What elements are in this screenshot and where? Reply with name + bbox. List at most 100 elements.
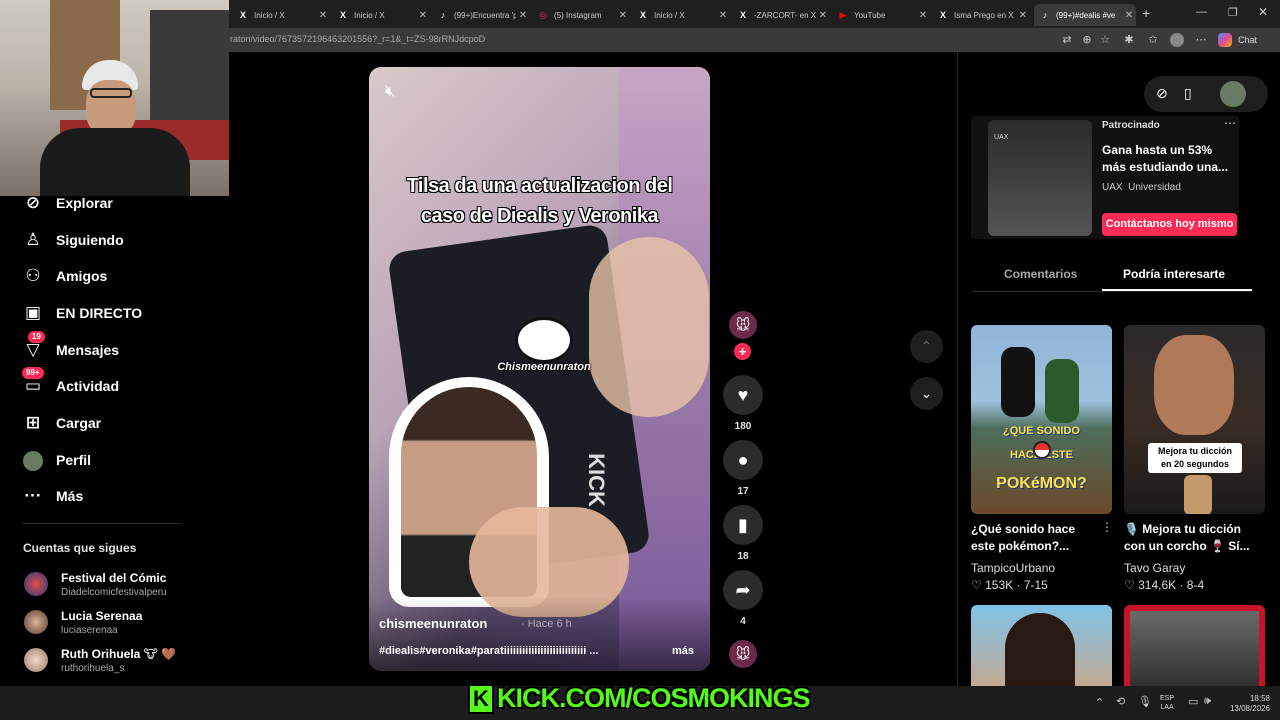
sidebar-item-en-directo[interactable]: ▣ EN DIRECTO bbox=[22, 301, 142, 325]
related-video-thumbnail[interactable] bbox=[1124, 605, 1265, 695]
chevron-up-icon[interactable]: ⌃ bbox=[1095, 696, 1104, 709]
video-time: · Hace 6 h bbox=[521, 618, 572, 630]
video-player[interactable]: KICK Chismeenunraton 🔇︎ Tilsa da una act… bbox=[369, 67, 710, 671]
sidebar-item-actividad[interactable]: ▭ 99+ Actividad bbox=[22, 367, 119, 398]
following-item[interactable]: Ruth Orihuela 🐮 🤎 ruthorihuela_s bbox=[24, 645, 176, 675]
sidebar-item-mensajes[interactable]: ▽ 19 Mensajes bbox=[22, 331, 119, 362]
chat-button[interactable]: Chat bbox=[1238, 35, 1257, 45]
compass-icon[interactable]: ⊘ bbox=[1156, 85, 1168, 102]
display-icon[interactable]: ▭ bbox=[1188, 695, 1198, 708]
close-icon[interactable]: ✕ bbox=[816, 10, 830, 21]
activity-badge: 99+ bbox=[22, 367, 44, 379]
profile-avatar[interactable] bbox=[1170, 33, 1184, 47]
avatar[interactable] bbox=[1220, 81, 1246, 107]
clock[interactable]: 18:58 13/08/2026 bbox=[1224, 694, 1270, 714]
right-panel: ⊘ ▯ UAX Patrocinado ⋯ Gana hasta un 53% … bbox=[957, 52, 1280, 695]
related-video-thumbnail[interactable] bbox=[971, 605, 1112, 695]
previous-video-button[interactable]: ⌃ bbox=[910, 330, 943, 363]
activity-icon: ▭ 99+ bbox=[22, 367, 44, 397]
message-icon: ▽ 19 bbox=[22, 331, 45, 361]
follow-plus-button[interactable]: + bbox=[734, 343, 751, 360]
related-video-title[interactable]: 🎙️ Mejora tu dicción con un corcho 🍷 Sí.… bbox=[1124, 521, 1252, 555]
network-icon[interactable]: ⟲ bbox=[1116, 695, 1125, 708]
extension-icon[interactable]: ✱ bbox=[1122, 33, 1136, 47]
browser-tab[interactable]: X Inicio / X ✕ bbox=[632, 4, 730, 26]
ad-title[interactable]: Gana hasta un 53% más estudiando una... bbox=[1102, 142, 1234, 176]
device-icon[interactable]: ▯ bbox=[1184, 85, 1192, 102]
related-video-author[interactable]: Tavo Garay bbox=[1124, 561, 1185, 575]
sidebar-item-amigos[interactable]: ⚇ Amigos bbox=[22, 264, 107, 288]
tiktok-icon: ♪ bbox=[1042, 10, 1048, 20]
browser-tab[interactable]: X -ZARCORT- en X ✕ bbox=[732, 4, 830, 26]
close-icon[interactable]: ✕ bbox=[616, 10, 630, 21]
new-tab-button[interactable]: + bbox=[1142, 5, 1150, 21]
browser-tab[interactable]: X Inicio / X ✕ bbox=[232, 4, 330, 26]
share-icon: ➦ bbox=[735, 580, 751, 600]
minimize-button[interactable]: — bbox=[1196, 6, 1207, 18]
kick-logo-icon: K bbox=[468, 684, 494, 714]
share-button[interactable]: ➦ bbox=[723, 570, 763, 610]
browser-tab[interactable]: ♪ (99+)Encuentra 'p ✕ bbox=[432, 4, 530, 26]
close-icon[interactable]: ✕ bbox=[716, 10, 730, 21]
url-field[interactable]: raton/video/7673572196463201556?_r=1&_t=… bbox=[230, 34, 485, 44]
microphone-icon[interactable]: 🎙︎ bbox=[1138, 695, 1152, 708]
sidebar-item-cargar[interactable]: ⊞ Cargar bbox=[22, 411, 101, 435]
x-logo-icon: X bbox=[739, 10, 746, 20]
creator-avatar[interactable]: 🐭 bbox=[729, 311, 757, 339]
browser-tab[interactable]: X Isma Prego en X ✕ bbox=[932, 4, 1030, 26]
zoom-icon[interactable]: ⊕ bbox=[1080, 33, 1094, 47]
close-icon[interactable]: ✕ bbox=[316, 10, 330, 21]
tab-divider bbox=[971, 291, 1251, 292]
more-icon[interactable]: ⋮ bbox=[1101, 520, 1113, 534]
following-item[interactable]: Lucia Serenaa luciaserenaa bbox=[24, 607, 142, 637]
more-button[interactable]: más bbox=[672, 645, 694, 657]
close-icon[interactable]: ✕ bbox=[516, 10, 530, 21]
sidebar-item-siguiendo[interactable]: ♙ Siguiendo bbox=[22, 228, 123, 252]
volume-icon[interactable]: 🕪︎ bbox=[1204, 695, 1211, 708]
next-video-button[interactable]: ⌄ bbox=[910, 377, 943, 410]
save-button[interactable]: ▮ bbox=[723, 505, 763, 545]
related-video-author[interactable]: TampicoUrbano bbox=[971, 561, 1055, 575]
translate-icon[interactable]: ⇄ bbox=[1060, 33, 1074, 47]
video-caption-line2: caso de Diealis y Veronika bbox=[420, 205, 659, 227]
following-item[interactable]: Festival del Cómic Diadelcomicfestivalper… bbox=[24, 569, 167, 599]
person-body bbox=[40, 128, 190, 196]
language-indicator[interactable]: ESP LAA bbox=[1160, 694, 1174, 712]
bookmark-star-icon[interactable]: ☆ bbox=[1098, 33, 1112, 47]
mute-icon[interactable]: 🔇︎ bbox=[385, 83, 405, 103]
sidebar-item-perfil[interactable]: Perfil bbox=[22, 448, 91, 472]
browser-tab[interactable]: ▶ YouTube ✕ bbox=[832, 4, 930, 26]
video-author[interactable]: chismeenunraton bbox=[379, 616, 487, 631]
comment-button[interactable]: ● bbox=[723, 440, 763, 480]
window-close-button[interactable]: ✕ bbox=[1258, 5, 1268, 19]
music-disc-icon[interactable]: 🐭 bbox=[729, 640, 757, 668]
person-figure bbox=[1001, 347, 1035, 417]
ad-cta-button[interactable]: Contáctanos hoy mismo bbox=[1102, 213, 1237, 236]
person-figure bbox=[1005, 613, 1075, 695]
browser-tab[interactable]: X Inicio / X ✕ bbox=[332, 4, 430, 26]
copilot-icon[interactable] bbox=[1218, 33, 1232, 47]
ad-more-icon[interactable]: ⋯ bbox=[1224, 116, 1236, 130]
close-icon[interactable]: ✕ bbox=[916, 10, 930, 21]
related-video-stats: ♡ 314,6K · 8-4 bbox=[1124, 578, 1205, 592]
avatar bbox=[24, 610, 48, 634]
sidebar-item-mas[interactable]: ··· Más bbox=[22, 484, 84, 508]
related-video-thumbnail[interactable]: Mejora tu dicción en 20 segundos bbox=[1124, 325, 1265, 514]
restore-button[interactable]: ❐ bbox=[1228, 6, 1238, 19]
related-video-thumbnail[interactable]: ¿QUE SONIDO HACE ESTE POKéMON? bbox=[971, 325, 1112, 514]
like-button[interactable]: ♥ bbox=[723, 375, 763, 415]
tab-podria-interesarte[interactable]: Podría interesarte bbox=[1123, 267, 1225, 281]
video-hashtags[interactable]: #diealis#veronika#paratiiiiiiiiiiiiiiiii… bbox=[379, 645, 598, 657]
browser-tab-active[interactable]: ♪ (99+)#dealis #ve ✕ bbox=[1034, 4, 1136, 26]
more-icon: ··· bbox=[24, 486, 42, 505]
close-icon[interactable]: ✕ bbox=[416, 10, 430, 21]
share-count: 4 bbox=[740, 616, 746, 627]
mouse-logo-icon bbox=[515, 317, 573, 363]
close-icon[interactable]: ✕ bbox=[1122, 10, 1136, 21]
tab-comentarios[interactable]: Comentarios bbox=[1004, 267, 1077, 281]
more-icon[interactable]: ⋯ bbox=[1194, 33, 1208, 47]
close-icon[interactable]: ✕ bbox=[1016, 10, 1030, 21]
related-video-title[interactable]: ¿Qué sonido hace este pokémon?... bbox=[971, 521, 1096, 555]
favorites-icon[interactable]: ✩ bbox=[1146, 33, 1160, 47]
browser-tab[interactable]: ◎ (5) Instagram ✕ bbox=[532, 4, 630, 26]
